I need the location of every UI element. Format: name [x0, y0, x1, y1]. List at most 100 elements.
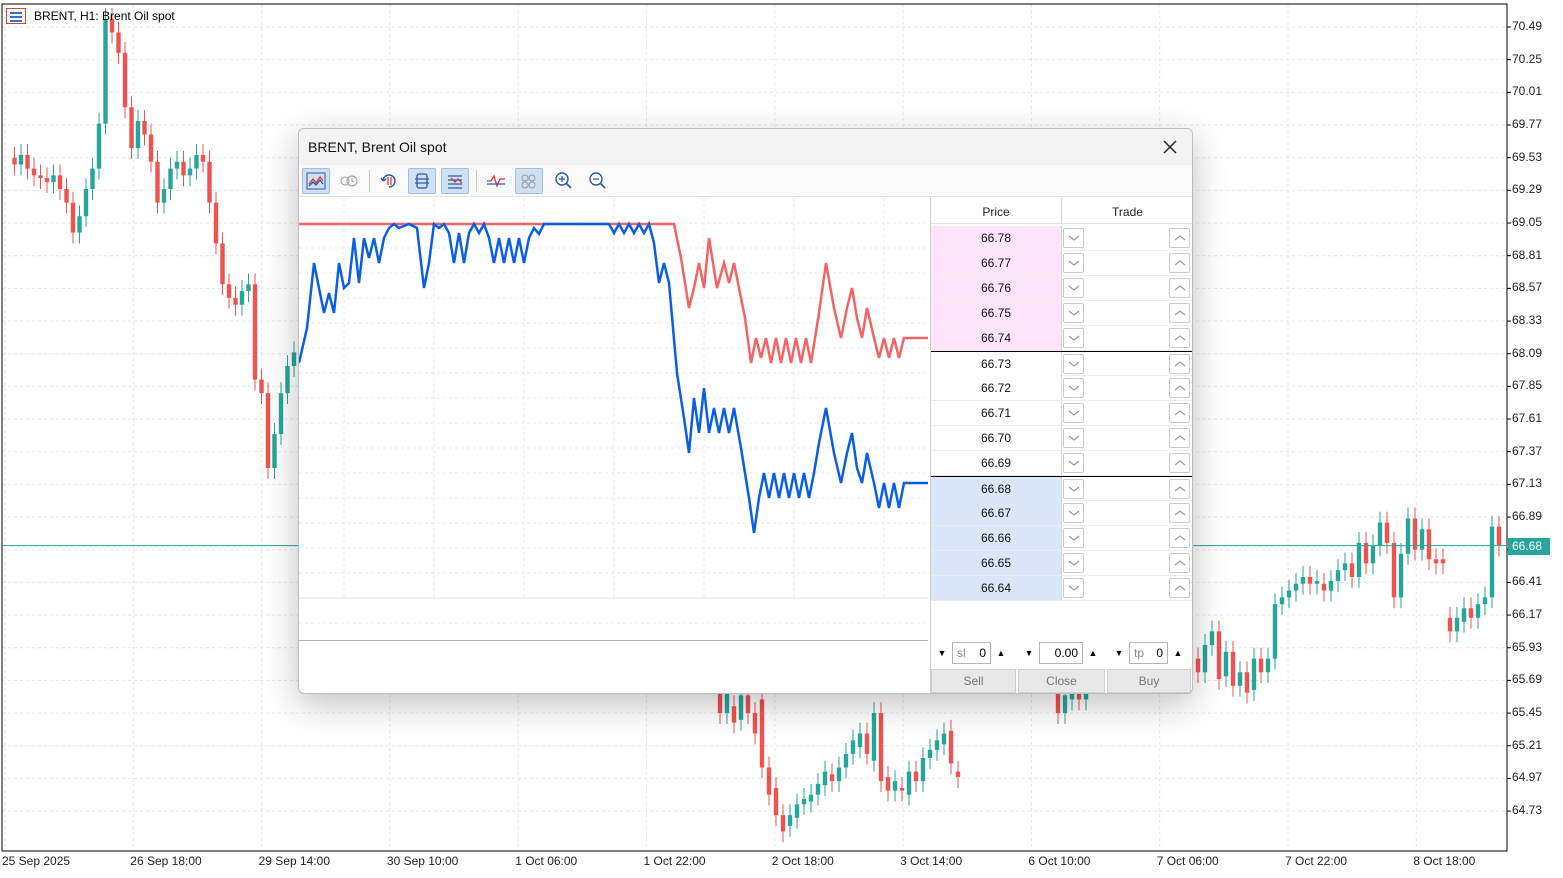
sell-at-price-button[interactable]	[1063, 453, 1084, 473]
window-titlebar[interactable]: BRENT, Brent Oil spot	[299, 129, 1192, 165]
zoom-out-icon[interactable]	[584, 168, 612, 194]
tp-increase-button[interactable]: ▲	[1168, 642, 1188, 664]
price-axis-label: 65.45	[1512, 705, 1543, 720]
buy-at-price-button[interactable]	[1169, 328, 1190, 348]
list-icon[interactable]	[441, 168, 469, 194]
sell-button[interactable]: Sell	[931, 669, 1016, 693]
buy-at-price-button[interactable]	[1169, 303, 1190, 323]
buy-at-price-button[interactable]	[1169, 503, 1190, 523]
price-axis-label: 64.97	[1512, 770, 1543, 785]
dom-row: 66.68	[931, 476, 1192, 501]
buy-at-price-button[interactable]	[1169, 528, 1190, 548]
dom-row: 66.76	[931, 276, 1192, 301]
sl-decrease-button[interactable]: ▼	[932, 642, 952, 664]
buy-at-price-button[interactable]	[1169, 453, 1190, 473]
close-icon[interactable]	[1160, 137, 1180, 157]
dom-row: 66.69	[931, 451, 1192, 476]
sell-at-price-button[interactable]	[1063, 354, 1084, 374]
depth-history-icon[interactable]	[335, 168, 363, 194]
buy-at-price-button[interactable]	[1169, 228, 1190, 248]
time-axis-label: 25 Sep 2025	[2, 854, 71, 868]
dom-row: 66.65	[931, 551, 1192, 576]
chevron-up-icon	[1174, 361, 1185, 367]
price-axis-label: 65.93	[1512, 639, 1543, 654]
time-axis-label: 2 Oct 18:00	[771, 854, 834, 868]
zoom-in-icon[interactable]	[550, 168, 578, 194]
dom-price-cell[interactable]: 66.65	[931, 551, 1062, 575]
dom-price-cell[interactable]: 66.75	[931, 301, 1062, 325]
price-axis-label: 68.81	[1512, 247, 1543, 262]
sell-at-price-button[interactable]	[1063, 403, 1084, 423]
dom-row: 66.77	[931, 251, 1192, 276]
chevron-up-icon	[1174, 435, 1185, 441]
dom-price-cell[interactable]: 66.68	[931, 477, 1062, 501]
dom-row: 66.67	[931, 501, 1192, 526]
dom-price-cell[interactable]: 66.78	[931, 226, 1062, 250]
chevron-up-icon	[1174, 460, 1185, 466]
sell-at-price-button[interactable]	[1063, 553, 1084, 573]
buy-at-price-button[interactable]	[1169, 553, 1190, 573]
sell-at-price-button[interactable]	[1063, 253, 1084, 273]
refresh-icon[interactable]	[375, 168, 403, 194]
sell-at-price-button[interactable]	[1063, 578, 1084, 598]
chevron-up-icon	[1174, 535, 1185, 541]
sell-at-price-button[interactable]	[1063, 479, 1084, 499]
buy-button[interactable]: Buy	[1107, 669, 1191, 693]
buy-at-price-button[interactable]	[1169, 479, 1190, 499]
sell-at-price-button[interactable]	[1063, 428, 1084, 448]
chevron-down-icon	[1068, 585, 1079, 591]
columns-icon[interactable]	[408, 168, 436, 194]
dom-price-cell[interactable]: 66.64	[931, 576, 1062, 600]
tp-decrease-button[interactable]: ▼	[1109, 642, 1129, 664]
close-button[interactable]: Close	[1018, 669, 1105, 693]
buy-at-price-button[interactable]	[1169, 428, 1190, 448]
dom-row: 66.72	[931, 376, 1192, 401]
sl-input[interactable]: sl 0	[952, 642, 991, 664]
volume-input[interactable]: 0.00	[1039, 642, 1083, 664]
price-axis-label: 69.77	[1512, 117, 1543, 131]
dom-price-cell[interactable]: 66.67	[931, 501, 1062, 525]
dom-price-cell[interactable]: 66.74	[931, 326, 1062, 350]
sell-at-price-button[interactable]	[1063, 378, 1084, 398]
volume-increase-button[interactable]: ▲	[1083, 642, 1103, 664]
chevron-up-icon	[1174, 486, 1185, 492]
sell-at-price-button[interactable]	[1063, 328, 1084, 348]
buy-at-price-button[interactable]	[1169, 253, 1190, 273]
price-axis-label: 68.33	[1512, 313, 1543, 328]
chevron-up-icon	[1174, 510, 1185, 516]
tp-control: ▼ tp 0 ▲	[1109, 642, 1188, 664]
buy-at-price-button[interactable]	[1169, 354, 1190, 374]
buy-at-price-button[interactable]	[1169, 278, 1190, 298]
dom-price-cell[interactable]: 66.76	[931, 276, 1062, 300]
dom-price-cell[interactable]: 66.77	[931, 251, 1062, 275]
chevron-up-icon	[1174, 285, 1185, 291]
dom-price-cell[interactable]: 66.72	[931, 376, 1062, 400]
dom-price-cell[interactable]: 66.71	[931, 401, 1062, 425]
tick-chart[interactable]	[299, 198, 928, 640]
bid-ask-icon[interactable]	[482, 168, 510, 194]
tick-chart-icon[interactable]	[302, 168, 330, 194]
sell-at-price-button[interactable]	[1063, 303, 1084, 323]
tp-input[interactable]: tp 0	[1129, 642, 1168, 664]
chevron-down-icon	[1068, 460, 1079, 466]
dom-row: 66.66	[931, 526, 1192, 551]
sl-increase-button[interactable]: ▲	[991, 642, 1011, 664]
time-axis-label: 1 Oct 22:00	[643, 854, 706, 868]
dom-price-cell[interactable]: 66.66	[931, 526, 1062, 550]
chevron-up-icon	[1174, 235, 1185, 241]
buy-at-price-button[interactable]	[1169, 378, 1190, 398]
buy-at-price-button[interactable]	[1169, 403, 1190, 423]
sell-at-price-button[interactable]	[1063, 228, 1084, 248]
chevron-down-icon	[1068, 435, 1079, 441]
dom-row: 66.64	[931, 576, 1192, 601]
volume-decrease-button[interactable]: ▼	[1019, 642, 1039, 664]
dom-price-cell[interactable]: 66.69	[931, 451, 1062, 475]
filter-icon[interactable]	[515, 168, 543, 194]
sell-at-price-button[interactable]	[1063, 528, 1084, 548]
sell-at-price-button[interactable]	[1063, 278, 1084, 298]
sell-at-price-button[interactable]	[1063, 503, 1084, 523]
dom-price-cell[interactable]: 66.73	[931, 352, 1062, 376]
buy-at-price-button[interactable]	[1169, 578, 1190, 598]
tick-volume-panel	[299, 640, 928, 693]
dom-price-cell[interactable]: 66.70	[931, 426, 1062, 450]
